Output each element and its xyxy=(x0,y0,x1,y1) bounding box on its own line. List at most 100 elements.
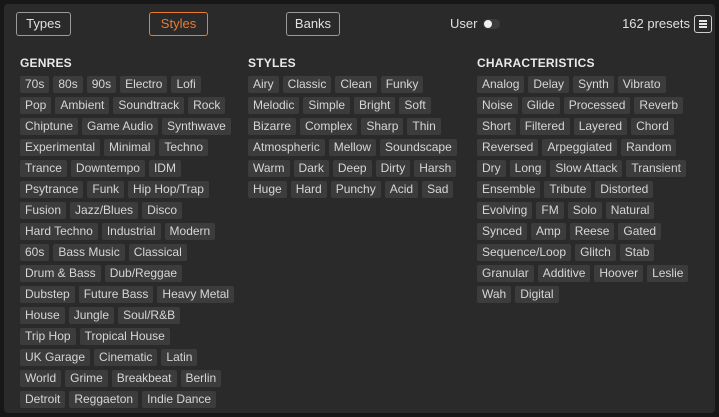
tag-chip[interactable]: Solo xyxy=(567,202,602,219)
tag-chip[interactable]: Filtered xyxy=(519,118,570,135)
tab-styles[interactable]: Styles xyxy=(149,12,208,36)
tag-chip[interactable]: Fusion xyxy=(20,202,67,219)
tag-chip[interactable]: Vibrato xyxy=(617,76,666,93)
tag-chip[interactable]: Evolving xyxy=(477,202,533,219)
tag-chip[interactable]: Trance xyxy=(20,160,67,177)
user-toggle[interactable] xyxy=(483,19,500,29)
tag-chip[interactable]: UK Garage xyxy=(20,349,91,366)
tag-chip[interactable]: Dry xyxy=(477,160,506,177)
tag-chip[interactable]: Hoover xyxy=(594,265,644,282)
tag-chip[interactable]: Industrial xyxy=(101,223,161,240)
tag-chip[interactable]: Chiptune xyxy=(20,118,79,135)
tag-chip[interactable]: Reggaeton xyxy=(69,391,139,408)
tag-chip[interactable]: Layered xyxy=(573,118,628,135)
tag-chip[interactable]: Synced xyxy=(477,223,528,240)
tag-chip[interactable]: Sad xyxy=(422,181,454,198)
tag-chip[interactable]: Ensemble xyxy=(477,181,541,198)
tag-chip[interactable]: Heavy Metal xyxy=(157,286,235,303)
tag-chip[interactable]: Delay xyxy=(528,76,570,93)
tag-chip[interactable]: Digital xyxy=(515,286,559,303)
tag-chip[interactable]: Arpeggiated xyxy=(542,139,618,156)
tag-chip[interactable]: House xyxy=(20,307,65,324)
tag-chip[interactable]: Simple xyxy=(303,97,351,114)
tag-chip[interactable]: Glitch xyxy=(575,244,616,261)
tag-chip[interactable]: Granular xyxy=(477,265,534,282)
tag-chip[interactable]: Disco xyxy=(142,202,183,219)
tag-chip[interactable]: Synth xyxy=(573,76,614,93)
tag-chip[interactable]: Analog xyxy=(477,76,525,93)
tag-chip[interactable]: Latin xyxy=(161,349,198,366)
tag-chip[interactable]: Cinematic xyxy=(94,349,158,366)
tag-chip[interactable]: 90s xyxy=(86,76,117,93)
tag-chip[interactable]: Thin xyxy=(407,118,441,135)
tag-chip[interactable]: Dark xyxy=(293,160,329,177)
tab-banks[interactable]: Banks xyxy=(286,12,340,36)
tag-chip[interactable]: Techno xyxy=(159,139,209,156)
tag-chip[interactable]: Tribute xyxy=(544,181,592,198)
tag-chip[interactable]: Glide xyxy=(521,97,560,114)
tag-chip[interactable]: Airy xyxy=(248,76,279,93)
tag-chip[interactable]: Berlin xyxy=(180,370,222,387)
tag-chip[interactable]: Grime xyxy=(65,370,108,387)
tab-types[interactable]: Types xyxy=(16,12,71,36)
tag-chip[interactable]: Processed xyxy=(563,97,631,114)
tag-chip[interactable]: Soundscape xyxy=(380,139,457,156)
tag-chip[interactable]: Hard xyxy=(290,181,327,198)
tag-chip[interactable]: Transient xyxy=(626,160,686,177)
hamburger-menu-icon[interactable] xyxy=(694,15,712,33)
tag-chip[interactable]: Downtempo xyxy=(70,160,145,177)
tag-chip[interactable]: Huge xyxy=(248,181,287,198)
tag-chip[interactable]: Gated xyxy=(618,223,662,240)
tag-chip[interactable]: Lofi xyxy=(171,76,201,93)
tag-chip[interactable]: Minimal xyxy=(104,139,156,156)
tag-chip[interactable]: Detroit xyxy=(20,391,66,408)
tag-chip[interactable]: Sharp xyxy=(361,118,404,135)
tag-chip[interactable]: Slow Attack xyxy=(550,160,623,177)
tag-chip[interactable]: IDM xyxy=(148,160,181,177)
tag-chip[interactable]: Short xyxy=(477,118,516,135)
tag-chip[interactable]: Hard Techno xyxy=(20,223,98,240)
tag-chip[interactable]: Drum & Bass xyxy=(20,265,101,282)
tag-chip[interactable]: Harsh xyxy=(414,160,457,177)
tag-chip[interactable]: Jazz/Blues xyxy=(70,202,139,219)
tag-chip[interactable]: World xyxy=(20,370,62,387)
tag-chip[interactable]: Melodic xyxy=(248,97,300,114)
tag-chip[interactable]: Tropical House xyxy=(79,328,170,345)
tag-chip[interactable]: Leslie xyxy=(647,265,689,282)
tag-chip[interactable]: Chord xyxy=(631,118,674,135)
tag-chip[interactable]: 80s xyxy=(53,76,83,93)
tag-chip[interactable]: Rock xyxy=(188,97,226,114)
tag-chip[interactable]: Reese xyxy=(569,223,615,240)
tag-chip[interactable]: Punchy xyxy=(330,181,381,198)
tag-chip[interactable]: Bass Music xyxy=(53,244,125,261)
tag-chip[interactable]: Acid xyxy=(384,181,419,198)
tag-chip[interactable]: Additive xyxy=(537,265,591,282)
tag-chip[interactable]: Mellow xyxy=(328,139,377,156)
tag-chip[interactable]: Dirty xyxy=(375,160,411,177)
tag-chip[interactable]: Jungle xyxy=(68,307,115,324)
tag-chip[interactable]: Soft xyxy=(399,97,431,114)
tag-chip[interactable]: Electro xyxy=(120,76,168,93)
tag-chip[interactable]: Game Audio xyxy=(82,118,159,135)
tag-chip[interactable]: Future Bass xyxy=(78,286,154,303)
tag-chip[interactable]: Reversed xyxy=(477,139,539,156)
tag-chip[interactable]: Random xyxy=(621,139,677,156)
tag-chip[interactable]: Funky xyxy=(380,76,424,93)
tag-chip[interactable]: Indie Dance xyxy=(142,391,217,408)
tag-chip[interactable]: Classical xyxy=(128,244,187,261)
tag-chip[interactable]: Atmospheric xyxy=(248,139,325,156)
tag-chip[interactable]: Noise xyxy=(477,97,518,114)
tag-chip[interactable]: Psytrance xyxy=(20,181,84,198)
tag-chip[interactable]: Pop xyxy=(20,97,52,114)
tag-chip[interactable]: Breakbeat xyxy=(111,370,177,387)
tag-chip[interactable]: Classic xyxy=(282,76,332,93)
tag-chip[interactable]: 70s xyxy=(20,76,50,93)
tag-chip[interactable]: Bright xyxy=(354,97,396,114)
tag-chip[interactable]: Clean xyxy=(335,76,377,93)
tag-chip[interactable]: Wah xyxy=(477,286,512,303)
tag-chip[interactable]: Warm xyxy=(248,160,290,177)
tag-chip[interactable]: Amp xyxy=(531,223,566,240)
tag-chip[interactable]: Reverb xyxy=(634,97,684,114)
tag-chip[interactable]: Funk xyxy=(87,181,125,198)
tag-chip[interactable]: Synthwave xyxy=(162,118,231,135)
